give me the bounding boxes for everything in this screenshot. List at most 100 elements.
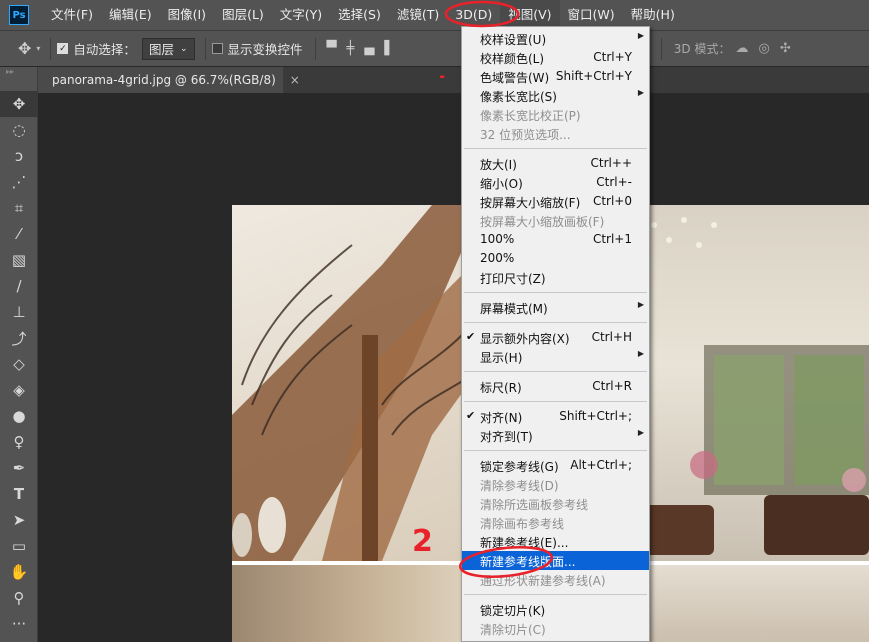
view-menu-item[interactable]: 显示(H) ▶ [462,347,649,366]
menu-filter[interactable]: 滤镜(T) [389,0,447,30]
view-menu-item: 清除所选画板参考线 [462,494,649,513]
options-bar: ✥ ▾ ✓ 自动选择： 图层 ⌄ 显示变换控件 ▀ ╪ ▄ ▌ ▮ ▥ 3D 模… [0,30,869,66]
3d-orbit-icon[interactable]: ☁ [736,41,749,56]
living-room-illustration [641,217,869,555]
view-menu-item[interactable]: 像素长宽比(S) ▶ [462,86,649,105]
menu-image[interactable]: 图像(I) [160,0,214,30]
view-menu-item[interactable]: 锁定切片(K) [462,600,649,619]
view-menu-item-label: 新建参考线(E)... [480,536,569,550]
menu-separator [464,594,647,595]
brush-tool-icon[interactable]: ∕ [0,273,38,299]
auto-select-checkbox[interactable]: ✓ [57,43,69,54]
healing-tool-icon[interactable]: ▧ [0,247,38,273]
view-menu-item-label: 清除参考线(D) [480,479,559,493]
type-tool-icon[interactable]: T [0,481,38,507]
lasso-tool-icon[interactable]: ↄ [0,143,38,169]
view-menu-item[interactable]: 缩小(O) Ctrl+- [462,173,649,192]
quick-select-tool-icon[interactable]: ⋰ [0,169,38,195]
view-menu-item[interactable]: 放大(I) Ctrl++ [462,154,649,173]
view-menu-item-label: 显示(H) [480,351,523,365]
image-panel-living-room [624,205,869,561]
align-bottom-icon[interactable]: ▄ [364,41,374,56]
crop-tool-icon[interactable]: ⌗ [0,195,38,221]
3d-pan-icon[interactable]: ✣ [780,41,791,56]
menu-type[interactable]: 文字(Y) [272,0,330,30]
view-menu-item[interactable]: 200% [462,249,649,268]
close-icon[interactable]: × [290,73,300,87]
auto-select-label: 自动选择： [73,42,136,57]
rectangle-tool-icon[interactable]: ▭ [0,533,38,559]
menu-separator [464,371,647,372]
submenu-arrow-icon: ▶ [637,428,644,437]
paint-bucket-tool-icon[interactable]: ◈ [0,377,38,403]
align-top-icon[interactable]: ▀ [327,41,337,56]
view-menu-item-label: 清除切片(C) [480,623,546,637]
view-menu-item[interactable]: 校样设置(U) ▶ [462,29,649,48]
view-menu-item: 32 位预览选项... [462,124,649,143]
eraser-tool-icon[interactable]: ◇ [0,351,38,377]
document-tab[interactable]: panorama-4grid.jpg @ 66.7%(RGB/8) × [38,67,300,93]
menu-bar: Ps 文件(F) 编辑(E) 图像(I) 图层(L) 文字(Y) 选择(S) 滤… [0,0,869,30]
view-menu-item-shortcut: Shift+Ctrl+Y [555,69,632,83]
view-menu-item-label: 新建参考线版面... [480,555,576,569]
document-tab-bar: panorama-4grid.jpg @ 66.7%(RGB/8) × [38,67,869,93]
view-menu-item-shortcut: Ctrl+1 [592,232,632,246]
stamp-tool-icon[interactable]: ⊥ [0,299,38,325]
view-menu-item-label: 按屏幕大小缩放画板(F) [480,215,605,229]
menu-separator [464,450,647,451]
view-menu-item[interactable]: 色域警告(W) Shift+Ctrl+Y [462,67,649,86]
view-menu-item[interactable]: 标尺(R) Ctrl+R [462,377,649,396]
align-vcenter-icon[interactable]: ╪ [347,41,355,56]
view-menu-item[interactable]: 校样颜色(L) Ctrl+Y [462,48,649,67]
dodge-tool-icon[interactable]: ♀ [0,429,38,455]
blur-tool-icon[interactable]: ● [0,403,38,429]
view-menu-item-label: 像素长宽比校正(P) [480,109,581,123]
view-menu-item[interactable]: 屏幕模式(M) ▶ [462,298,649,317]
zoom-tool-icon[interactable]: ⚲ [0,585,38,611]
view-menu-item[interactable]: 打印尺寸(Z) [462,268,649,287]
view-menu-item-label: 锁定参考线(G) [480,460,559,474]
menu-select[interactable]: 选择(S) [330,0,389,30]
view-menu-item[interactable]: 新建参考线(E)... [462,532,649,551]
show-transform-label: 显示变换控件 [227,42,303,57]
move-tool-preset-icon[interactable]: ✥ [18,39,31,58]
path-select-tool-icon[interactable]: ➤ [0,507,38,533]
auto-select-target-dropdown[interactable]: 图层 ⌄ [141,37,195,60]
submenu-arrow-icon: ▶ [637,88,644,97]
view-menu-item[interactable]: ✔ 对齐(N) Shift+Ctrl+; [462,407,649,426]
menu-edit[interactable]: 编辑(E) [101,0,160,30]
hand-tool-icon[interactable]: ✋ [0,559,38,585]
more-tools-icon[interactable]: ··· [0,611,38,637]
view-menu-item[interactable]: ✔ 显示额外内容(X) Ctrl+H [462,328,649,347]
view-menu-item-shortcut: Alt+Ctrl+; [570,458,632,472]
move-tool-icon[interactable]: ✥ [0,91,38,117]
view-menu-item-shortcut: Ctrl+H [591,330,632,344]
menu-layer[interactable]: 图层(L) [214,0,272,30]
menu-file[interactable]: 文件(F) [43,0,101,30]
history-brush-tool-icon[interactable]: ⤴ [0,325,38,351]
view-menu-item[interactable]: 新建参考线版面... [462,551,649,570]
view-menu-item-label: 标尺(R) [480,381,522,395]
view-menu-item-label: 放大(I) [480,158,517,172]
align-left-icon[interactable]: ▌ [384,41,394,56]
marquee-tool-icon[interactable]: ◌ [0,117,38,143]
view-menu-item[interactable]: 100% Ctrl+1 [462,230,649,249]
pen-tool-icon[interactable]: ✒ [0,455,38,481]
panel-collapse-icon[interactable]: ▸▸ [0,67,37,91]
view-menu-item[interactable]: 按屏幕大小缩放(F) Ctrl+0 [462,192,649,211]
3d-roll-icon[interactable]: ◎ [759,41,770,56]
eyedropper-tool-icon[interactable]: ⁄ [0,221,38,247]
divider [660,37,662,60]
view-menu-item-shortcut: Ctrl+Y [593,50,632,64]
view-menu-item-label: 对齐到(T) [480,430,533,444]
view-menu-item: 通过形状新建参考线(A) [462,570,649,589]
canvas-workspace[interactable] [38,93,869,642]
view-menu-item-shortcut: Ctrl+- [596,175,632,189]
chevron-down-icon[interactable]: ▾ [36,44,40,53]
menu-separator [464,322,647,323]
view-menu-item[interactable]: 锁定参考线(G) Alt+Ctrl+; [462,456,649,475]
submenu-arrow-icon: ▶ [637,349,644,358]
show-transform-checkbox[interactable] [211,43,223,54]
view-menu-item[interactable]: 对齐到(T) ▶ [462,426,649,445]
view-menu-item-shortcut: Shift+Ctrl+; [559,409,632,423]
